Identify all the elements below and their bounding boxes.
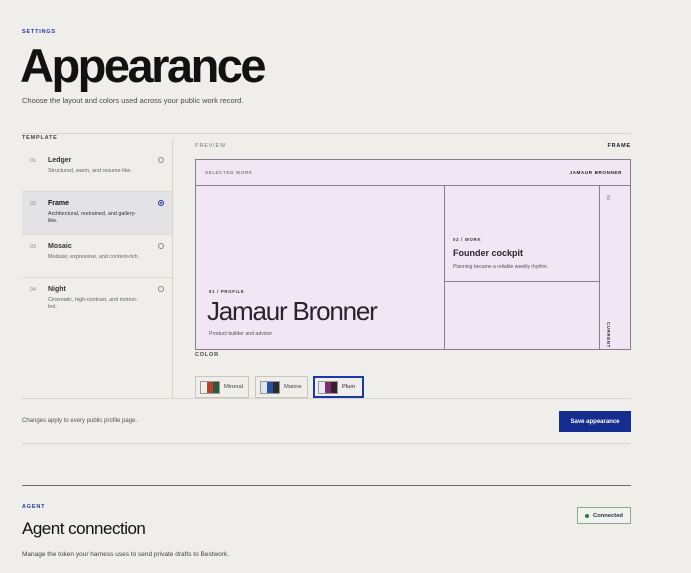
template-number: 04 [30,287,37,293]
radio-icon[interactable] [158,157,164,163]
preview-side-number: 03 [606,195,611,201]
template-description: Cinematic, high-contrast, and motion-led… [48,297,138,311]
divider [22,133,631,134]
section-divider [22,485,631,486]
save-appearance-button[interactable]: Save appearance [559,411,631,432]
preview-profile-name: Jamaur Bronner [207,296,378,326]
divider [22,398,631,399]
agent-section-title: Agent connection [22,519,146,538]
preview-grid-line [599,185,600,349]
status-dot-icon [585,513,590,518]
template-description: Structured, warm, and resume-like. [48,168,132,174]
template-option-night[interactable]: 04 Night Cinematic, high-contrast, and m… [22,278,172,321]
template-description: Modular, expressive, and content-rich. [48,254,140,260]
template-name: Night [48,286,66,293]
template-section-label: TEMPLATE [22,135,58,141]
agent-section-description: Manage the token your harness uses to se… [22,551,230,558]
preview-work-title: Founder cockpit [453,248,524,258]
color-option-plum[interactable]: Plum [313,376,364,398]
agent-eyebrow: AGENT [22,504,46,510]
template-number: 01 [30,158,37,164]
template-description: Architectural, restrained, and gallery-l… [48,211,137,225]
changes-note: Changes apply to every public profile pa… [22,418,138,424]
preview-selected-work: SELECTED WORK [205,170,253,175]
radio-icon[interactable] [158,286,164,292]
color-option-label: Plum [342,384,356,390]
column-divider [172,139,173,399]
preview-profile-eyebrow: 01 / PROFILE [209,289,245,294]
color-option-mineral[interactable]: Mineral [195,376,249,398]
radio-selected-icon[interactable] [158,200,164,206]
color-option-marine[interactable]: Marine [255,376,308,398]
preview-label: PREVIEW [195,143,226,149]
status-text: Connected [593,512,623,519]
preview-work-eyebrow: 02 / WORK [453,237,482,242]
preview-profile-description: Product builder and advisor [209,331,273,337]
preview-grid-line [444,185,445,349]
template-number: 02 [30,201,37,207]
template-name: Frame [48,200,70,207]
color-option-label: Mineral [224,384,244,390]
preview-header-bar: SELECTED WORK JAMAUR BRONNER [196,160,630,186]
page-title: Appearance [20,39,267,92]
swatch-chip [200,381,220,394]
color-option-label: Marine [284,384,302,390]
status-badge: Connected [577,507,631,524]
template-option-ledger[interactable]: 01 Ledger Structured, warm, and resume-l… [22,149,172,192]
template-option-mosaic[interactable]: 03 Mosaic Modular, expressive, and conte… [22,235,172,278]
template-name: Ledger [48,157,72,164]
preview-grid-line [444,281,599,282]
template-number: 03 [30,244,37,250]
template-name: Mosaic [48,243,72,250]
template-option-frame[interactable]: 02 Frame Architectural, restrained, and … [22,192,172,235]
swatch-chip [260,381,280,394]
preview-owner-name: JAMAUR BRONNER [569,170,622,175]
preview-template-name: FRAME [607,143,631,149]
radio-icon[interactable] [158,243,164,249]
preview-work-description: Planning became a reliable weekly rhythm… [453,264,549,270]
page-subtitle: Choose the layout and colors used across… [22,96,244,105]
settings-eyebrow: SETTINGS [22,29,56,35]
swatch-chip [318,381,338,394]
preview-side-label: CURRENT [606,322,611,348]
template-list: 01 Ledger Structured, warm, and resume-l… [22,149,172,321]
template-preview: SELECTED WORK JAMAUR BRONNER 01 / PROFIL… [195,159,631,350]
divider [22,443,631,444]
color-section-label: COLOR [195,352,219,358]
